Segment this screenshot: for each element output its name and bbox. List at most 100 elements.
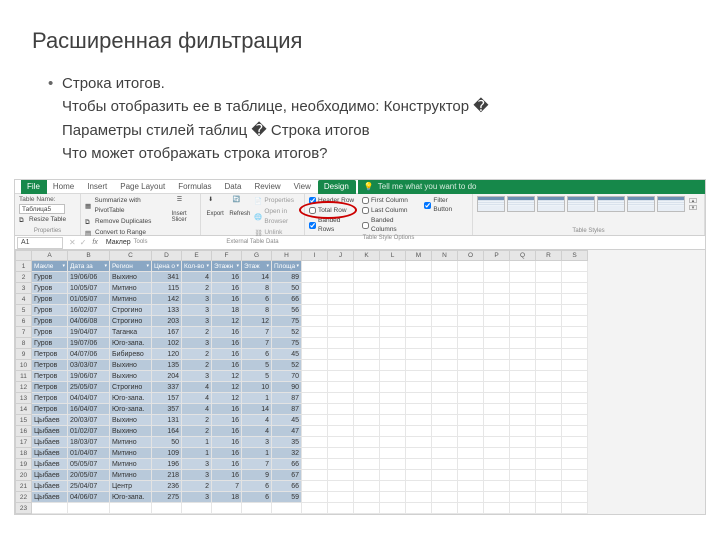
cell[interactable] xyxy=(380,294,406,305)
cell[interactable] xyxy=(510,437,536,448)
col-header[interactable]: H xyxy=(272,251,302,261)
cell[interactable]: 2 xyxy=(182,481,212,492)
cell[interactable] xyxy=(302,426,328,437)
row-header[interactable]: 13 xyxy=(16,393,32,404)
cell[interactable]: 16 xyxy=(212,349,242,360)
cell[interactable] xyxy=(432,360,458,371)
remove-duplicates-button[interactable]: ⧉Remove Duplicates xyxy=(85,217,168,227)
cell[interactable]: 20/05/07 xyxy=(68,470,110,481)
table-header-cell[interactable]: Этаж▾ xyxy=(242,261,272,272)
cell[interactable]: Бибирево xyxy=(110,349,152,360)
cell[interactable]: 19/07/06 xyxy=(68,338,110,349)
cell[interactable] xyxy=(406,360,432,371)
cell[interactable]: Петров xyxy=(32,371,68,382)
cell[interactable] xyxy=(354,294,380,305)
cell[interactable] xyxy=(510,382,536,393)
cell[interactable] xyxy=(432,371,458,382)
cell[interactable] xyxy=(354,470,380,481)
cell[interactable]: 4 xyxy=(182,382,212,393)
cell[interactable] xyxy=(510,294,536,305)
cell[interactable] xyxy=(484,327,510,338)
cell[interactable] xyxy=(406,481,432,492)
cell[interactable] xyxy=(406,327,432,338)
cell[interactable]: 12 xyxy=(212,393,242,404)
cell[interactable] xyxy=(354,448,380,459)
row-header[interactable]: 2 xyxy=(16,272,32,283)
row-header[interactable]: 6 xyxy=(16,316,32,327)
tab-formulas[interactable]: Formulas xyxy=(172,180,218,194)
cell[interactable] xyxy=(484,459,510,470)
cell[interactable]: Петров xyxy=(32,382,68,393)
filter-dropdown-icon[interactable]: ▾ xyxy=(265,263,269,269)
cell[interactable] xyxy=(354,404,380,415)
cell[interactable]: 04/06/08 xyxy=(68,316,110,327)
cell[interactable] xyxy=(484,338,510,349)
cell[interactable] xyxy=(354,338,380,349)
col-header[interactable]: O xyxy=(458,251,484,261)
cell[interactable] xyxy=(380,415,406,426)
tab-home[interactable]: Home xyxy=(47,180,81,194)
cell[interactable] xyxy=(406,382,432,393)
cell[interactable] xyxy=(380,371,406,382)
cell[interactable]: Юго-запа. xyxy=(110,492,152,503)
cell[interactable]: 87 xyxy=(272,404,302,415)
cell[interactable] xyxy=(432,393,458,404)
cell[interactable] xyxy=(536,448,562,459)
cell[interactable]: 18/03/07 xyxy=(68,437,110,448)
cell[interactable]: 203 xyxy=(152,316,182,327)
cell[interactable]: 25/05/07 xyxy=(68,382,110,393)
cell[interactable] xyxy=(484,393,510,404)
worksheet[interactable]: ABCDEFGHIJKLMNOPQRS1Макле▾Дата за▾Регион… xyxy=(15,250,705,514)
style-thumb[interactable] xyxy=(507,196,535,212)
cell[interactable] xyxy=(380,283,406,294)
row-header[interactable]: 7 xyxy=(16,327,32,338)
cell[interactable] xyxy=(562,415,588,426)
cell[interactable] xyxy=(510,316,536,327)
cell[interactable]: 218 xyxy=(152,470,182,481)
cell[interactable] xyxy=(536,404,562,415)
cell[interactable] xyxy=(328,360,354,371)
cell[interactable]: 75 xyxy=(272,338,302,349)
cell[interactable]: 9 xyxy=(242,470,272,481)
cell[interactable]: Петров xyxy=(32,360,68,371)
cell[interactable]: 167 xyxy=(152,327,182,338)
tab-review[interactable]: Review xyxy=(248,180,287,194)
cell[interactable] xyxy=(380,426,406,437)
cell[interactable]: 52 xyxy=(272,360,302,371)
cell[interactable] xyxy=(458,305,484,316)
row-header[interactable]: 23 xyxy=(16,503,32,514)
cell[interactable]: Гуров xyxy=(32,316,68,327)
cell[interactable] xyxy=(484,371,510,382)
cell[interactable]: 12 xyxy=(212,371,242,382)
tab-data[interactable]: Data xyxy=(219,180,249,194)
cell[interactable]: 102 xyxy=(152,338,182,349)
cell[interactable]: 1 xyxy=(242,448,272,459)
col-header[interactable]: N xyxy=(432,251,458,261)
export-button[interactable]: ⬇Export xyxy=(205,196,225,217)
cell[interactable]: 52 xyxy=(272,327,302,338)
cell[interactable] xyxy=(484,426,510,437)
first-col-checkbox[interactable]: First Column xyxy=(362,196,420,205)
cell[interactable]: 2 xyxy=(182,415,212,426)
cell[interactable]: 5 xyxy=(242,360,272,371)
cell[interactable]: 16 xyxy=(212,327,242,338)
cell[interactable]: Центр xyxy=(110,481,152,492)
cell[interactable]: 04/06/07 xyxy=(68,492,110,503)
cell[interactable] xyxy=(484,492,510,503)
cell[interactable]: 04/07/06 xyxy=(68,349,110,360)
cell[interactable] xyxy=(328,349,354,360)
cell[interactable]: Цыбаев xyxy=(32,415,68,426)
cell[interactable] xyxy=(510,470,536,481)
cell[interactable]: 19/06/07 xyxy=(68,371,110,382)
cell[interactable]: 133 xyxy=(152,305,182,316)
table-header-cell[interactable]: Дата за▾ xyxy=(68,261,110,272)
cell[interactable] xyxy=(380,470,406,481)
tab-file[interactable]: File xyxy=(21,180,47,194)
cell[interactable] xyxy=(458,360,484,371)
cell[interactable] xyxy=(432,382,458,393)
cell[interactable]: 2 xyxy=(182,327,212,338)
cell[interactable] xyxy=(406,470,432,481)
cell[interactable]: 20/03/07 xyxy=(68,415,110,426)
cell[interactable] xyxy=(484,404,510,415)
cell[interactable]: Цыбаев xyxy=(32,481,68,492)
